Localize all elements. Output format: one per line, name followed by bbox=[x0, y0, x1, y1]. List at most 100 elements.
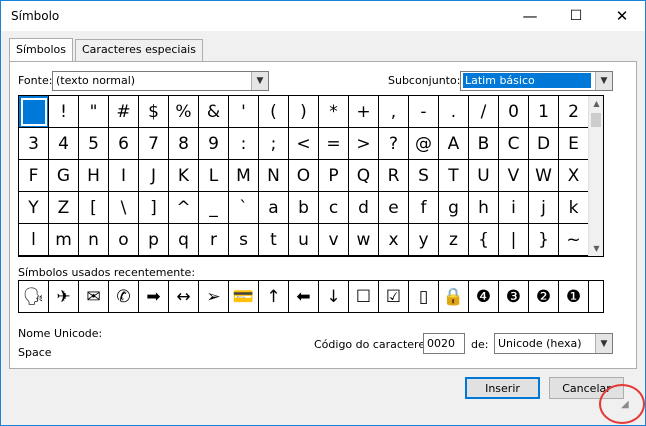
symbol-cell[interactable]: O bbox=[289, 160, 319, 192]
scroll-down-icon[interactable]: ▼ bbox=[589, 241, 604, 256]
symbol-cell[interactable]: . bbox=[439, 96, 469, 128]
circled-three-icon[interactable]: ❸ bbox=[499, 281, 529, 312]
symbol-cell[interactable]: & bbox=[199, 96, 229, 128]
symbol-cell[interactable]: v bbox=[319, 224, 349, 256]
circled-two-icon[interactable]: ❷ bbox=[529, 281, 559, 312]
symbol-cell[interactable]: y bbox=[409, 224, 439, 256]
symbol-cell[interactable]: E bbox=[559, 128, 589, 160]
symbol-cell[interactable]: e bbox=[379, 192, 409, 224]
symbol-cell[interactable]: d bbox=[349, 192, 379, 224]
symbol-cell[interactable]: K bbox=[169, 160, 199, 192]
subset-dropdown[interactable]: Latim básico ▼ bbox=[460, 71, 613, 91]
symbol-cell[interactable]: q bbox=[169, 224, 199, 256]
symbol-cell[interactable]: ( bbox=[259, 96, 289, 128]
symbol-cell[interactable]: t bbox=[259, 224, 289, 256]
symbol-cell[interactable]: T bbox=[439, 160, 469, 192]
symbol-cell[interactable]: | bbox=[499, 224, 529, 256]
symbol-cell[interactable]: / bbox=[469, 96, 499, 128]
symbol-cell[interactable]: N bbox=[259, 160, 289, 192]
symbol-cell[interactable]: , bbox=[379, 96, 409, 128]
paper-plane-icon[interactable]: ➢ bbox=[199, 281, 229, 312]
symbol-cell[interactable]: u bbox=[289, 224, 319, 256]
head-speaking-icon[interactable]: 🗣 bbox=[19, 281, 49, 312]
insert-button[interactable]: Inserir bbox=[465, 377, 540, 399]
symbol-cell[interactable]: I bbox=[109, 160, 139, 192]
rectangle-icon[interactable]: ▯ bbox=[409, 281, 439, 312]
symbol-cell[interactable]: < bbox=[289, 128, 319, 160]
symbol-cell[interactable]: 5 bbox=[79, 128, 109, 160]
symbol-cell[interactable]: 6 bbox=[109, 128, 139, 160]
symbol-cell[interactable]: _ bbox=[199, 192, 229, 224]
symbol-cell[interactable] bbox=[19, 96, 49, 128]
symbol-cell[interactable]: ~ bbox=[559, 224, 589, 256]
symbol-cell[interactable]: z bbox=[439, 224, 469, 256]
font-dropdown[interactable]: (texto normal) ▼ bbox=[52, 71, 269, 91]
symbol-cell[interactable]: U bbox=[469, 160, 499, 192]
symbol-cell[interactable]: o bbox=[109, 224, 139, 256]
symbol-cell[interactable]: Y bbox=[19, 192, 49, 224]
symbol-cell[interactable]: " bbox=[79, 96, 109, 128]
symbol-cell[interactable]: * bbox=[319, 96, 349, 128]
symbol-cell[interactable]: \ bbox=[109, 192, 139, 224]
symbol-cell[interactable]: R bbox=[379, 160, 409, 192]
symbol-cell[interactable]: A bbox=[439, 128, 469, 160]
symbol-cell[interactable]: ' bbox=[229, 96, 259, 128]
symbol-cell[interactable]: 7 bbox=[139, 128, 169, 160]
symbol-cell[interactable]: : bbox=[229, 128, 259, 160]
symbol-cell[interactable]: D bbox=[529, 128, 559, 160]
symbol-cell[interactable]: 9 bbox=[199, 128, 229, 160]
symbol-cell[interactable]: w bbox=[349, 224, 379, 256]
symbol-cell[interactable]: 8 bbox=[169, 128, 199, 160]
symbol-cell[interactable]: > bbox=[349, 128, 379, 160]
symbol-cell[interactable]: V bbox=[499, 160, 529, 192]
symbol-cell[interactable]: [ bbox=[79, 192, 109, 224]
envelope-icon[interactable]: ✉ bbox=[79, 281, 109, 312]
symbol-cell[interactable]: s bbox=[229, 224, 259, 256]
maximize-button[interactable]: ☐ bbox=[553, 1, 599, 31]
symbol-cell[interactable]: J bbox=[139, 160, 169, 192]
chevron-down-icon[interactable]: ▼ bbox=[251, 72, 268, 90]
symbol-cell[interactable]: k bbox=[559, 192, 589, 224]
symbol-cell[interactable]: - bbox=[409, 96, 439, 128]
chevron-down-icon[interactable]: ▼ bbox=[595, 72, 612, 90]
symbol-cell[interactable]: H bbox=[79, 160, 109, 192]
tab-symbols[interactable]: Símbolos bbox=[9, 38, 73, 61]
symbol-cell[interactable]: + bbox=[349, 96, 379, 128]
from-dropdown[interactable]: Unicode (hexa) ▼ bbox=[494, 333, 613, 354]
symbol-cell[interactable]: x bbox=[379, 224, 409, 256]
symbol-cell[interactable]: ; bbox=[259, 128, 289, 160]
close-button[interactable]: ✕ bbox=[599, 1, 645, 31]
symbol-cell[interactable]: ! bbox=[49, 96, 79, 128]
symbol-cell[interactable]: B bbox=[469, 128, 499, 160]
char-code-input[interactable]: 0020 bbox=[423, 333, 465, 354]
symbol-cell[interactable]: P bbox=[319, 160, 349, 192]
symbol-cell[interactable]: ) bbox=[289, 96, 319, 128]
symbol-cell[interactable]: = bbox=[319, 128, 349, 160]
checkbox-icon[interactable]: ☑ bbox=[379, 281, 409, 312]
symbol-cell[interactable]: } bbox=[529, 224, 559, 256]
symbol-cell[interactable]: X bbox=[559, 160, 589, 192]
left-right-arrow-icon[interactable]: ↔ bbox=[169, 281, 199, 312]
symbol-cell[interactable]: 0 bbox=[499, 96, 529, 128]
symbol-cell[interactable]: 1 bbox=[529, 96, 559, 128]
chevron-down-icon[interactable]: ▼ bbox=[595, 334, 612, 353]
symbol-cell[interactable]: % bbox=[169, 96, 199, 128]
symbol-cell[interactable]: b bbox=[289, 192, 319, 224]
symbol-cell[interactable]: n bbox=[79, 224, 109, 256]
scroll-up-icon[interactable]: ▲ bbox=[589, 96, 604, 111]
symbol-cell[interactable]: 4 bbox=[49, 128, 79, 160]
symbol-cell[interactable]: $ bbox=[139, 96, 169, 128]
symbol-cell[interactable]: L bbox=[199, 160, 229, 192]
symbol-cell[interactable]: M bbox=[229, 160, 259, 192]
symbol-cell[interactable]: j bbox=[529, 192, 559, 224]
square-icon[interactable]: ☐ bbox=[349, 281, 379, 312]
grid-scrollbar[interactable]: ▲ ▼ bbox=[588, 96, 603, 256]
symbol-cell[interactable]: r bbox=[199, 224, 229, 256]
symbol-cell[interactable]: Q bbox=[349, 160, 379, 192]
tab-special-characters[interactable]: Caracteres especiais bbox=[75, 39, 203, 61]
symbol-cell[interactable]: W bbox=[529, 160, 559, 192]
symbol-cell[interactable]: c bbox=[319, 192, 349, 224]
symbol-cell[interactable]: 3 bbox=[19, 128, 49, 160]
right-arrow-icon[interactable]: ➡ bbox=[139, 281, 169, 312]
circled-one-icon[interactable]: ❶ bbox=[559, 281, 589, 312]
